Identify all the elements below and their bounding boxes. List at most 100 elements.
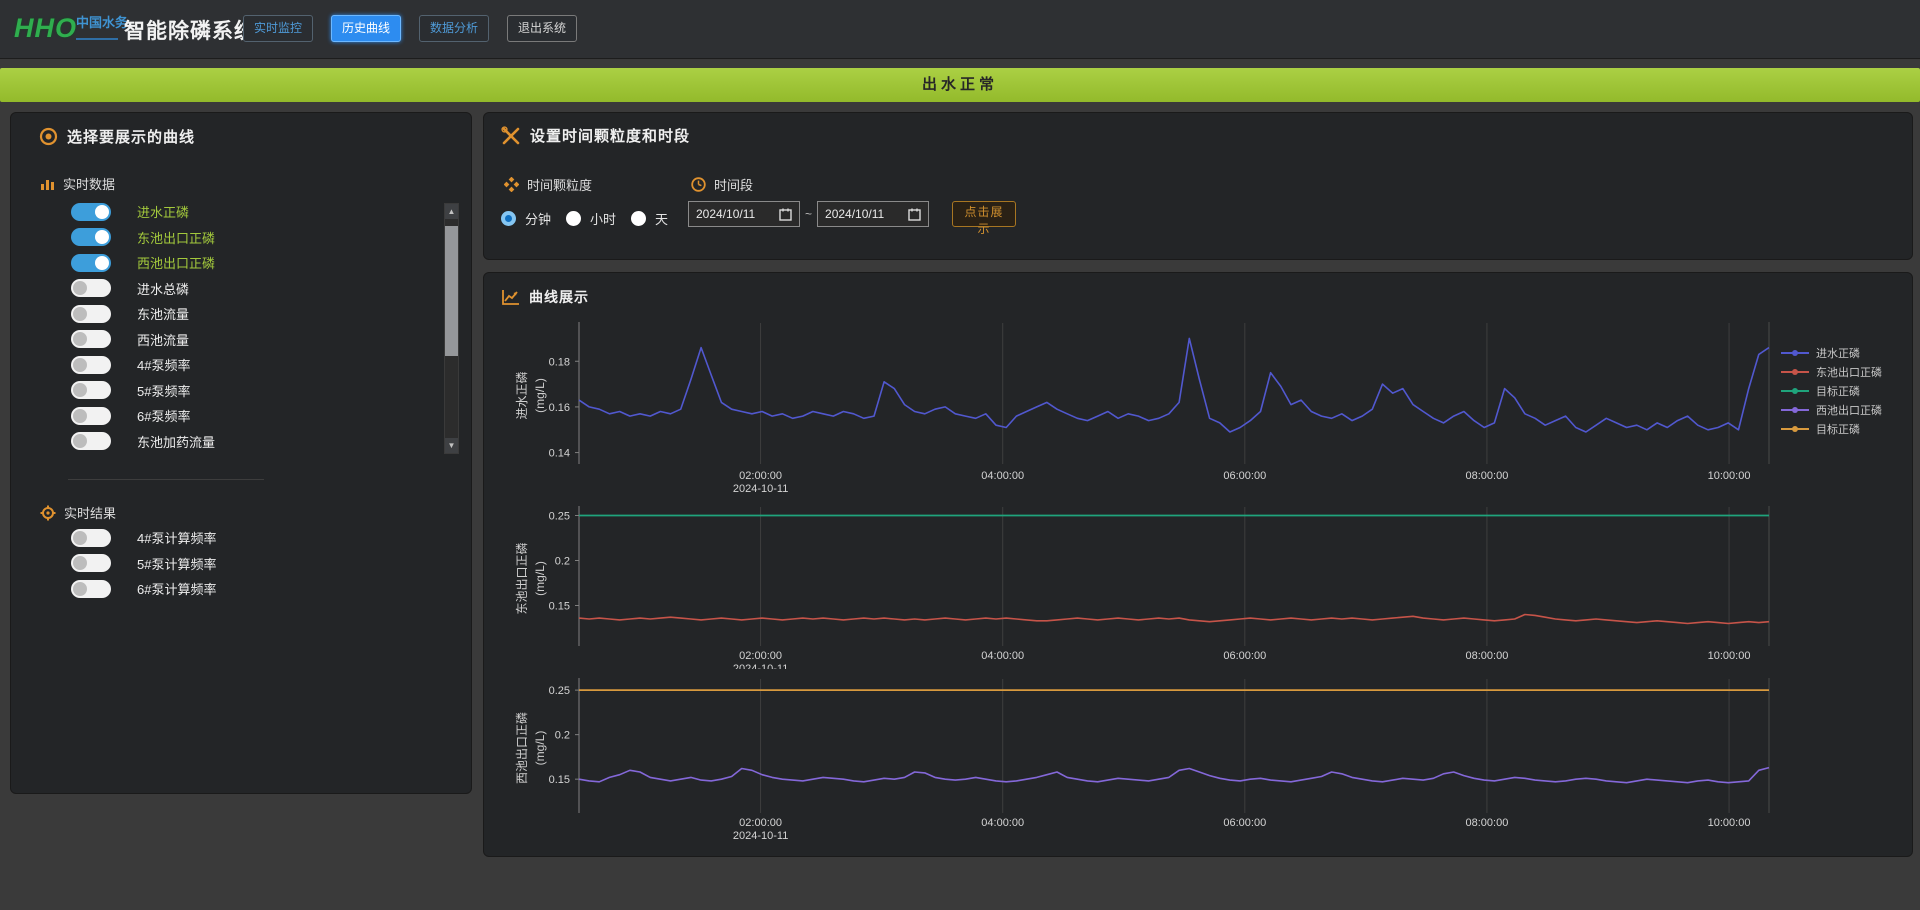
svg-text:10:00:00: 10:00:00 [1708,470,1751,482]
sidebar-divider [68,479,264,480]
svg-text:06:00:00: 06:00:00 [1223,650,1266,662]
legend-label: 目标正磷 [1816,421,1860,437]
scroll-down-arrow[interactable]: ▼ [445,438,458,453]
legend-item[interactable]: 目标正磷 [1781,419,1882,438]
radio-label: 天 [655,209,668,228]
toggle-label: 5#泵频率 [137,381,190,400]
app-title: 智能除磷系统 [124,15,256,45]
show-button[interactable]: 点击展示 [952,201,1016,227]
bar-chart-icon [40,177,55,191]
sidebar-title: 选择要展示的曲线 [67,126,195,147]
sidebar-scrollbar[interactable]: ▲ ▼ [444,203,459,454]
svg-text:08:00:00: 08:00:00 [1466,817,1509,829]
nav-button-1[interactable]: 实时监控 [243,15,313,42]
legend-label: 进水正磷 [1816,345,1860,361]
period-label-row: 时间段 [691,175,753,194]
chart-east-outlet-phosphate: 02:00:002024-10-1104:00:0006:00:0008:00:… [484,499,1914,669]
svg-text:02:00:00: 02:00:00 [739,817,782,829]
diamonds-icon [504,177,519,192]
calendar-icon [779,208,792,221]
svg-text:(mg/L): (mg/L) [533,731,547,766]
sidebar-header: 选择要展示的曲线 [39,126,195,147]
nav-button-4[interactable]: 退出系统 [507,15,577,42]
status-banner: 出水正常 [0,68,1920,102]
logo-company-text: 中国水务 [76,15,128,30]
toggle-label: 6#泵计算频率 [137,579,216,598]
curve-toggle-row[interactable]: 6#泵计算频率 [71,576,216,602]
svg-text:0.14: 0.14 [549,448,570,460]
legend-line [1781,428,1809,430]
radio-button[interactable] [631,211,646,226]
legend-item[interactable]: 西池出口正磷 [1781,400,1882,419]
radio-button[interactable] [566,211,581,226]
radio-label: 小时 [590,209,616,228]
legend-item[interactable]: 进水正磷 [1781,343,1882,362]
svg-text:(mg/L): (mg/L) [533,561,547,596]
svg-text:0.25: 0.25 [549,511,570,523]
date-from-value: 2024/10/11 [696,207,755,221]
toggle-switch[interactable] [71,356,111,374]
toggle-switch[interactable] [71,529,111,547]
svg-text:0.15: 0.15 [549,774,570,786]
charts-panel: 曲线展示 02:00:002024-10-1104:00:0006:00:000… [483,272,1913,857]
toggle-switch[interactable] [71,305,111,323]
date-to-input[interactable]: 2024/10/11 [817,201,929,227]
curve-toggle-row[interactable]: 东池出口正磷 [71,225,215,251]
toggle-switch[interactable] [71,432,111,450]
svg-text:04:00:00: 04:00:00 [981,470,1024,482]
chart-inlet-phosphate: 02:00:002024-10-1104:00:0006:00:0008:00:… [484,301,1914,497]
toggle-label: 4#泵频率 [137,355,190,374]
nav-buttons: 实时监控历史曲线数据分析退出系统 [243,15,577,42]
date-separator: ~ [805,207,812,221]
nav-button-2[interactable]: 历史曲线 [331,15,401,42]
toggle-switch[interactable] [71,580,111,598]
curve-toggle-row[interactable]: 5#泵计算频率 [71,551,216,577]
svg-text:2024-10-11: 2024-10-11 [733,483,788,495]
curve-toggle-row[interactable]: 5#泵频率 [71,378,215,404]
toggle-switch[interactable] [71,203,111,221]
svg-text:02:00:00: 02:00:00 [739,470,782,482]
toggle-switch[interactable] [71,228,111,246]
curve-toggle-row[interactable]: 西池流量 [71,327,215,353]
settings-title: 设置时间颗粒度和时段 [530,125,690,146]
date-to-value: 2024/10/11 [825,207,884,221]
legend-line [1781,371,1809,373]
curve-toggle-row[interactable]: 东池流量 [71,301,215,327]
date-from-input[interactable]: 2024/10/11 [688,201,800,227]
toggle-switch[interactable] [71,381,111,399]
logo-company: 中国水务 [76,16,128,40]
radio-button[interactable] [501,211,516,226]
scroll-up-arrow[interactable]: ▲ [445,204,458,219]
curve-toggle-row[interactable]: 进水总磷 [71,276,215,302]
toggle-switch[interactable] [71,279,111,297]
toggle-switch[interactable] [71,330,111,348]
radio-label: 分钟 [525,209,551,228]
legend-item[interactable]: 目标正磷 [1781,381,1882,400]
app-root: HHO 中国水务 智能除磷系统 实时监控历史曲线数据分析退出系统 出水正常 选择… [0,0,1920,910]
curve-toggle-row[interactable]: 6#泵频率 [71,403,215,429]
toggle-switch[interactable] [71,254,111,272]
nav-button-3[interactable]: 数据分析 [419,15,489,42]
scroll-thumb[interactable] [445,226,458,356]
svg-text:西池出口正磷: 西池出口正磷 [514,712,529,784]
legend-item[interactable]: 东池出口正磷 [1781,362,1882,381]
toggle-switch[interactable] [71,407,111,425]
svg-text:2024-10-11: 2024-10-11 [733,830,788,842]
curve-toggle-row[interactable]: 东池加药流量 [71,429,215,455]
svg-text:2024-10-11: 2024-10-11 [733,663,788,669]
section-realtime-results: 实时结果 [40,503,116,522]
toggle-switch[interactable] [71,554,111,572]
curve-toggle-row[interactable]: 西池出口正磷 [71,250,215,276]
granularity-option[interactable]: 天 [631,209,668,228]
granularity-option[interactable]: 分钟 [501,209,551,228]
granularity-option[interactable]: 小时 [566,209,616,228]
curve-toggle-row[interactable]: 进水正磷 [71,199,215,225]
curve-toggle-list: 进水正磷东池出口正磷西池出口正磷进水总磷东池流量西池流量 4#泵频率 5#泵频率 6#… [71,199,215,454]
svg-text:0.2: 0.2 [555,730,570,742]
curve-toggle-row[interactable]: 4#泵计算频率 [71,525,216,551]
svg-text:(mg/L): (mg/L) [533,378,547,413]
legend-label: 西池出口正磷 [1816,402,1882,418]
curve-toggle-row[interactable]: 4#泵频率 [71,352,215,378]
toggle-label: 5#泵计算频率 [137,554,216,573]
toggle-label: 进水总磷 [137,279,189,298]
